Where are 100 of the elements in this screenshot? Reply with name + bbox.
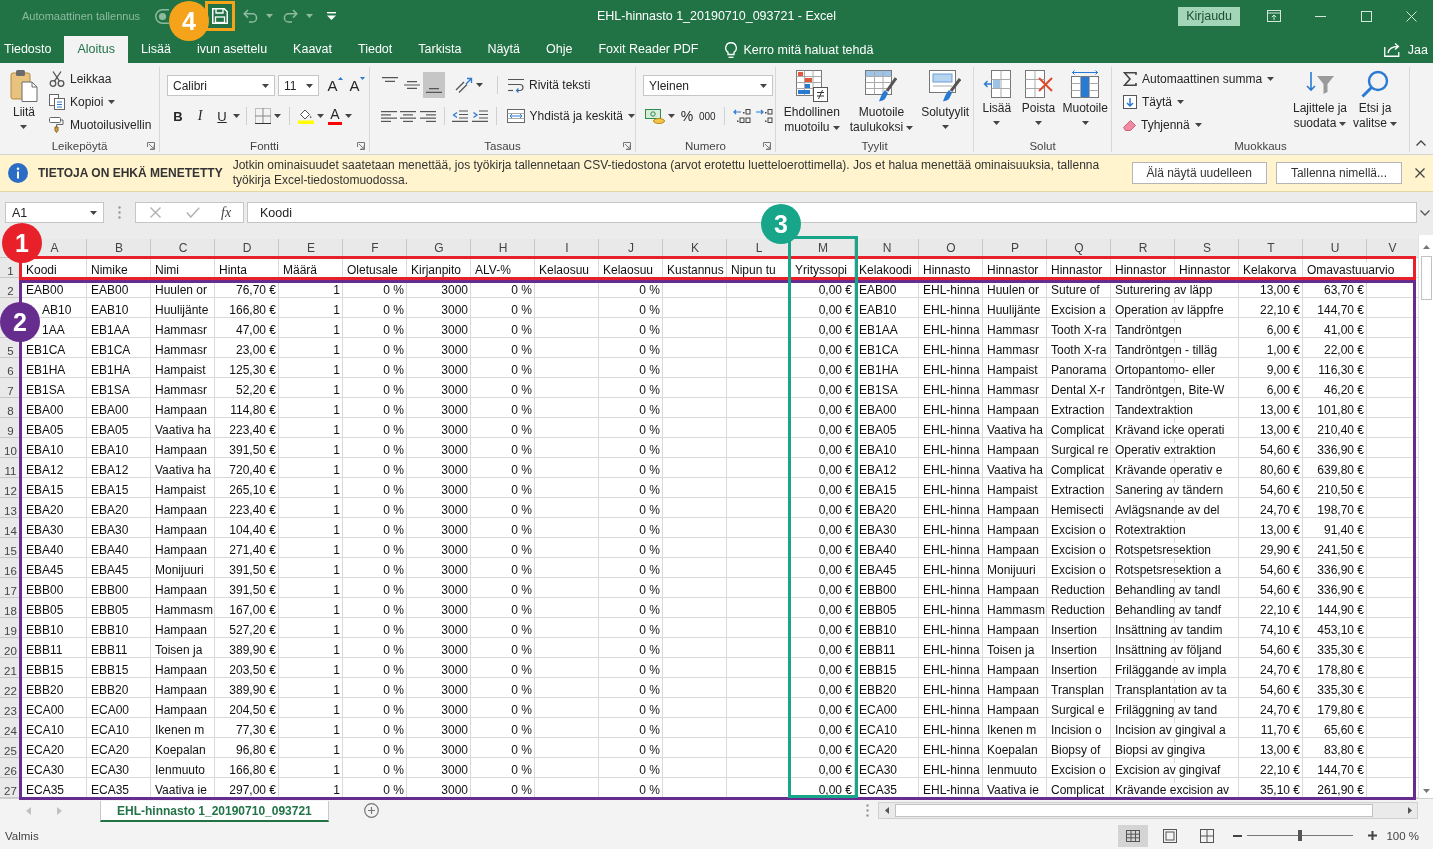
column-header[interactable]: P [1011, 241, 1019, 255]
dialog-launcher-icon[interactable] [623, 142, 631, 150]
decrease-decimal-icon[interactable] [754, 109, 773, 123]
scrollbar-thumb[interactable] [895, 804, 1373, 817]
paste-button[interactable]: Liitä [5, 67, 43, 140]
row-header[interactable]: 25 [4, 744, 17, 758]
percent-button[interactable]: % [677, 106, 697, 126]
column-header[interactable]: S [1203, 241, 1211, 255]
dialog-launcher-icon[interactable] [357, 142, 365, 150]
scrollbar-thumb[interactable] [1420, 256, 1432, 300]
row-header[interactable]: 26 [4, 764, 17, 778]
column-header[interactable]: C [178, 241, 188, 255]
cell-reference-field[interactable]: A1 [5, 202, 104, 223]
conditional-formatting-button[interactable]: Ehdollinen muotoilu [778, 67, 846, 140]
grow-font-button[interactable]: A [324, 75, 346, 96]
scroll-right-icon[interactable] [1407, 807, 1412, 814]
number-format-dropdown[interactable]: Yleinen [643, 75, 773, 96]
italic-button[interactable]: I [189, 106, 211, 126]
ribbon-tab[interactable]: Tarkista [405, 41, 475, 63]
ribbon-tab[interactable]: Foxit Reader PDF [585, 41, 712, 63]
row-header[interactable]: 6 [7, 364, 14, 378]
row-header[interactable]: 27 [4, 784, 17, 798]
decrease-indent-icon[interactable] [452, 110, 469, 122]
collapse-ribbon-icon[interactable] [1416, 140, 1426, 146]
row-header[interactable]: 10 [4, 444, 17, 458]
row-header[interactable]: 9 [7, 424, 14, 438]
row-header[interactable]: 13 [4, 504, 17, 518]
increase-decimal-icon[interactable] [732, 109, 751, 123]
customize-icon[interactable] [327, 12, 336, 20]
shrink-font-button[interactable]: A [346, 75, 368, 96]
row-header[interactable]: 11 [4, 464, 17, 478]
info-bar-button[interactable]: Älä näytä uudelleen [1131, 162, 1267, 184]
align-right-icon[interactable] [419, 110, 436, 122]
format-painter-button[interactable]: Muotoilusivellin [47, 113, 154, 136]
sort-filter-button[interactable]: Lajittele ja suodata [1291, 67, 1349, 140]
scroll-left-icon[interactable] [884, 807, 889, 814]
row-header[interactable]: 22 [4, 684, 17, 698]
row-header[interactable]: 1 [7, 264, 14, 278]
dialog-launcher-icon[interactable] [763, 142, 771, 150]
format-as-table-button[interactable]: Muotoile taulukoksi [845, 67, 918, 140]
font-size-dropdown[interactable]: 11 [278, 75, 319, 96]
ribbon-tab[interactable]: Ohje [533, 41, 586, 63]
row-header[interactable]: 20 [4, 644, 17, 658]
ribbon-tab[interactable]: Näytä [474, 41, 534, 63]
grip-dots-icon[interactable] [866, 804, 869, 817]
format-cells-button[interactable]: Muotoile [1059, 67, 1111, 140]
bottom-align-button[interactable] [423, 72, 445, 98]
normal-view-button[interactable] [1118, 824, 1149, 847]
row-header[interactable]: 12 [4, 484, 17, 498]
increase-indent-icon[interactable] [471, 110, 488, 122]
row-header[interactable]: 18 [4, 604, 17, 618]
row-header[interactable]: 2 [7, 284, 14, 298]
tell-me-field[interactable]: Kerro mitä haluat tehdä [743, 42, 894, 57]
zoom-slider[interactable] [1247, 830, 1354, 841]
wrap-text-button[interactable]: Rivitä teksti [508, 77, 591, 93]
accounting-format-button[interactable] [643, 106, 677, 126]
autosum-button[interactable]: Automaattinen summa [1121, 67, 1291, 90]
row-header[interactable]: 21 [4, 664, 17, 678]
row-header[interactable]: 5 [7, 344, 14, 358]
merge-center-button[interactable]: Yhdistä ja keskitä [506, 109, 635, 123]
borders-button[interactable] [253, 106, 283, 126]
dialog-launcher-icon[interactable] [147, 142, 155, 150]
ribbon-tab[interactable]: ivun asettelu [183, 41, 281, 63]
fill-button[interactable]: Täytä [1121, 90, 1291, 113]
column-header[interactable]: T [1267, 241, 1275, 255]
delete-cells-button[interactable]: Poista [1017, 67, 1060, 140]
zoom-slider-thumb[interactable] [1298, 830, 1303, 841]
scroll-down-icon[interactable] [1422, 788, 1430, 793]
autosave-toggle[interactable] [155, 8, 169, 24]
column-header[interactable]: R [1138, 241, 1148, 255]
orientation-button[interactable] [453, 75, 485, 95]
font-color-button[interactable]: A [326, 106, 354, 126]
column-header[interactable]: K [691, 241, 699, 255]
row-header[interactable]: 8 [7, 404, 14, 418]
row-header[interactable]: 7 [7, 384, 14, 398]
find-select-button[interactable]: Etsi ja valitse [1349, 67, 1401, 140]
undo-icon[interactable] [243, 9, 258, 23]
column-header[interactable]: A [50, 241, 59, 255]
column-header[interactable]: O [946, 241, 956, 255]
ribbon-tab[interactable]: Kaavat [280, 41, 345, 63]
font-name-dropdown[interactable]: Calibri [167, 75, 275, 96]
column-header[interactable]: B [115, 241, 123, 255]
row-header[interactable]: 23 [4, 704, 17, 718]
row-header[interactable]: 15 [4, 544, 17, 558]
insert-function-button[interactable]: fx [221, 203, 232, 222]
underline-button[interactable]: U [211, 106, 233, 126]
column-header[interactable]: L [755, 241, 763, 255]
cell-styles-button[interactable]: Solutyylit [917, 67, 973, 140]
copy-button[interactable]: Kopioi [47, 90, 154, 113]
redo-icon[interactable] [283, 9, 298, 23]
horizontal-scrollbar[interactable] [878, 802, 1418, 819]
column-header[interactable]: E [307, 241, 315, 255]
column-header[interactable]: D [242, 241, 252, 255]
sign-in-button[interactable]: Kirjaudu [1178, 6, 1240, 26]
column-header[interactable]: J [628, 241, 634, 255]
row-header[interactable]: 19 [4, 624, 17, 638]
ribbon-tab[interactable]: Tiedot [345, 41, 406, 63]
add-sheet-icon[interactable] [363, 803, 379, 818]
column-header[interactable]: F [371, 241, 379, 255]
row-header[interactable]: 24 [4, 724, 17, 738]
